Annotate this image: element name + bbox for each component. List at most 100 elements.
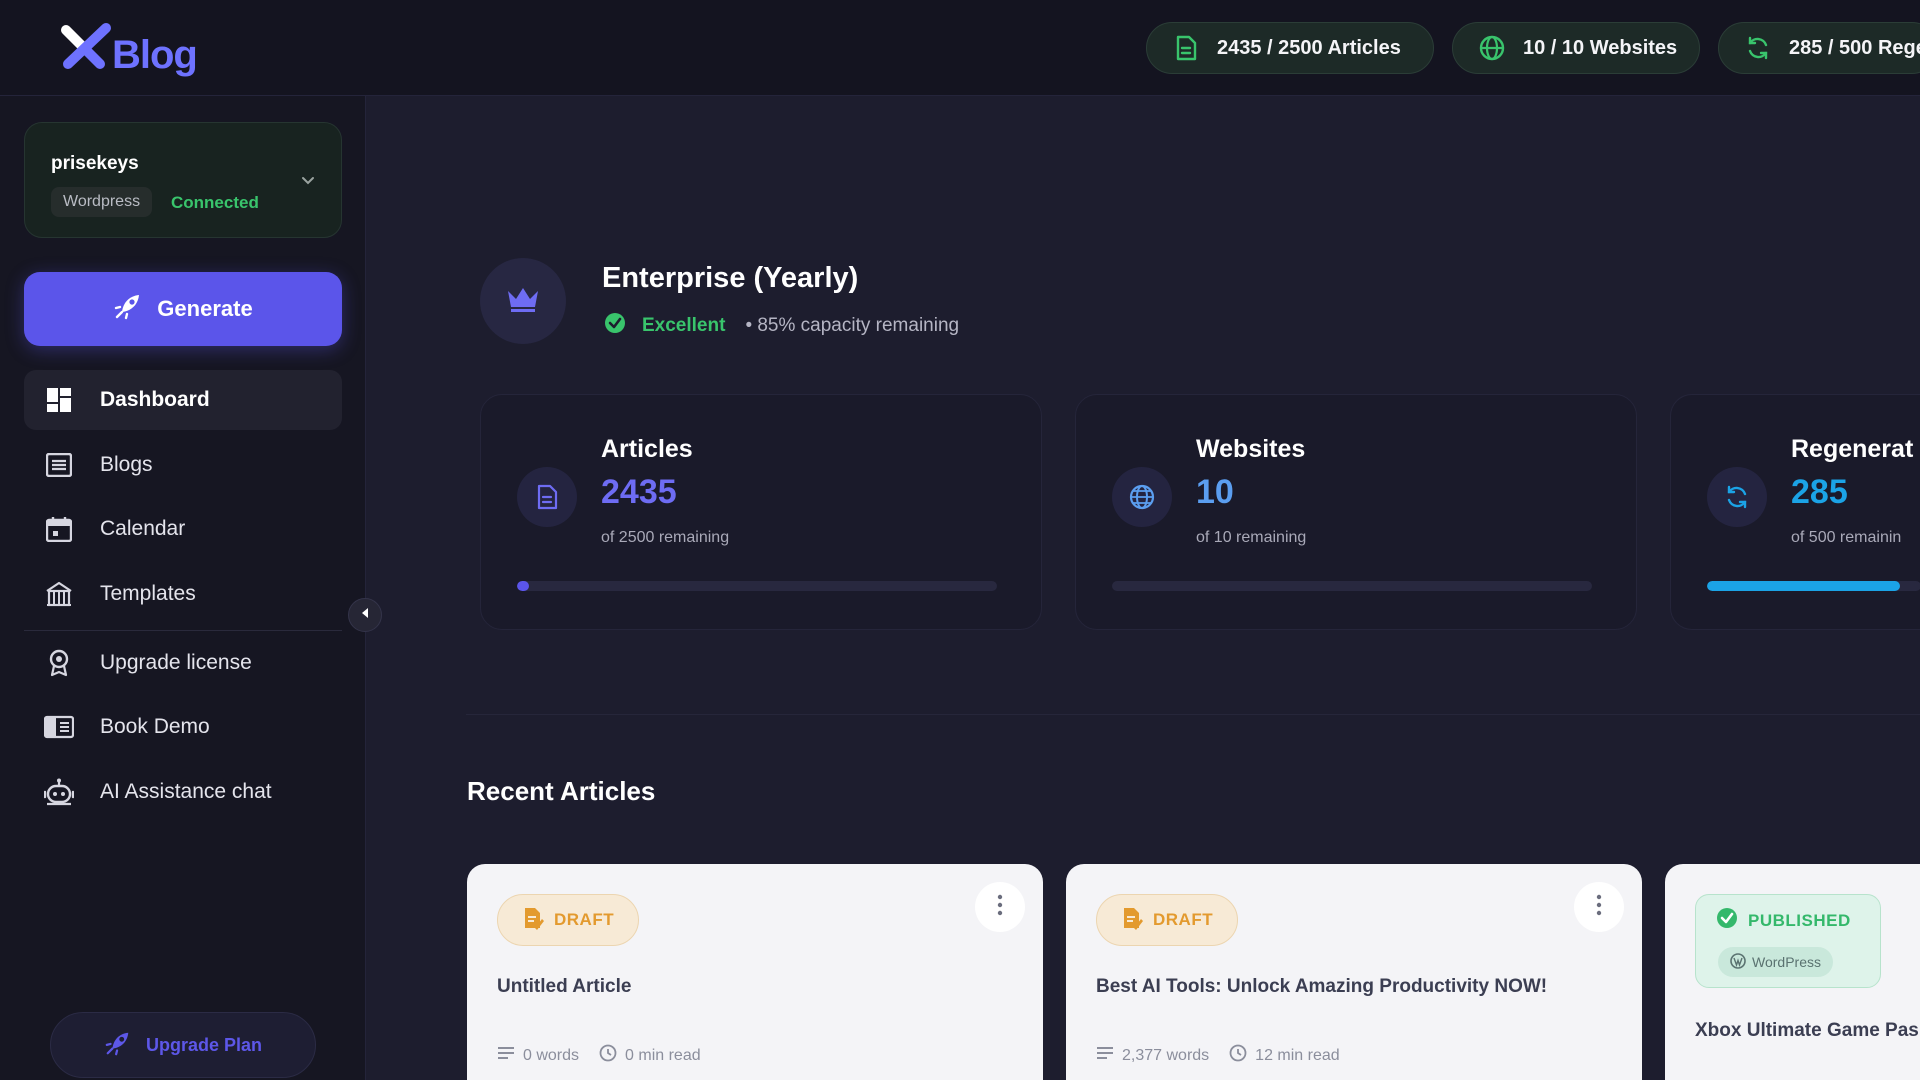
nav-item-dashboard[interactable]: Dashboard: [24, 370, 342, 430]
websites-quota-label: 10 / 10 Websites: [1523, 36, 1678, 59]
sidebar-collapse-button[interactable]: [348, 598, 382, 632]
status-badge-label: DRAFT: [1153, 910, 1214, 929]
articles-quota-label: 2435 / 2500 Articles: [1217, 36, 1401, 59]
stat-subtext: of 500 remainin: [1791, 529, 1902, 546]
kebab-menu-icon: [1596, 894, 1602, 921]
article-title[interactable]: Best AI Tools: Unlock Amazing Productivi…: [1096, 976, 1547, 998]
plan-capacity: • 85% capacity remaining: [745, 315, 960, 336]
upgrade-plan-button[interactable]: Upgrade Plan: [50, 1012, 316, 1078]
article-menu-button[interactable]: [975, 882, 1025, 932]
status-badge-label: PUBLISHED: [1748, 910, 1851, 930]
read-time: 12 min read: [1229, 1044, 1340, 1067]
nav-item-upgrade-license[interactable]: Upgrade license: [24, 633, 342, 693]
word-count: 0 words: [497, 1044, 579, 1067]
nav-label-templates: Templates: [100, 582, 196, 605]
article-card[interactable]: DRAFT Best AI Tools: Unlock Amazing Prod…: [1066, 864, 1642, 1080]
nav-item-blogs[interactable]: Blogs: [24, 435, 342, 495]
logo-text: Blog: [112, 32, 198, 77]
nav-item-ai-assistance-chat[interactable]: AI Assistance chat: [24, 762, 342, 822]
globe-icon: [1479, 35, 1505, 61]
progress-track: [1707, 581, 1920, 591]
stat-label: Websites: [1196, 435, 1306, 463]
published-row: PUBLISHED: [1716, 907, 1851, 934]
chevron-down-icon[interactable]: [301, 173, 315, 191]
nav-label-blogs: Blogs: [100, 453, 153, 476]
nav-divider: [24, 630, 342, 631]
generate-button[interactable]: Generate: [24, 272, 342, 346]
word-count: 2,377 words: [1096, 1044, 1209, 1067]
globe-icon: [1112, 467, 1172, 527]
stat-value: 285: [1791, 473, 1848, 511]
section-divider: [466, 714, 1920, 715]
rocket-icon: [113, 291, 143, 327]
generate-label: Generate: [157, 296, 253, 321]
nav-label-dashboard: Dashboard: [100, 388, 210, 411]
article-card[interactable]: DRAFT Untitled Article 0 words 0 min rea…: [467, 864, 1043, 1080]
refresh-icon: [1745, 35, 1771, 61]
nav-item-book-demo[interactable]: Book Demo: [24, 697, 342, 757]
article-menu-button[interactable]: [1574, 882, 1624, 932]
lines-icon: [1096, 1046, 1114, 1065]
draft-icon: [1121, 906, 1143, 935]
app-logo[interactable]: Blog: [60, 16, 198, 80]
nav-label-book-demo: Book Demo: [100, 715, 210, 738]
progress-track: [517, 581, 997, 591]
clock-icon: [1229, 1044, 1247, 1067]
stat-label: Articles: [601, 435, 693, 463]
word-count-label: 2,377 words: [1122, 1046, 1210, 1064]
plan-health: Excellent: [642, 315, 726, 336]
robot-icon: [44, 777, 74, 807]
recent-articles-title: Recent Articles: [467, 776, 656, 806]
stat-card-regenerations: Regenerat 285 of 500 remainin: [1670, 394, 1920, 630]
regenerations-quota-pill[interactable]: 285 / 500 Rege: [1718, 22, 1920, 74]
wordpress-icon: [1730, 952, 1746, 972]
word-count-label: 0 words: [523, 1046, 580, 1064]
websites-quota-pill[interactable]: 10 / 10 Websites: [1452, 22, 1700, 74]
clock-icon: [599, 1044, 617, 1067]
nav-item-templates[interactable]: Templates: [24, 564, 342, 624]
templates-icon: [44, 579, 74, 609]
site-selector[interactable]: prisekeys Wordpress Connected: [24, 122, 342, 238]
upgrade-plan-label: Upgrade Plan: [145, 1034, 263, 1055]
platform-chip: WordPress: [1718, 947, 1833, 977]
license-icon: [44, 648, 74, 678]
blogs-icon: [44, 450, 74, 480]
article-title[interactable]: Untitled Article: [497, 976, 631, 998]
site-name: prisekeys: [51, 153, 139, 174]
article-title[interactable]: Xbox Ultimate Game Pas Shocking Savings!: [1695, 1016, 1920, 1046]
plan-crown-badge: [480, 258, 566, 344]
chevron-left-icon: [360, 606, 370, 624]
stat-value: 2435: [601, 473, 677, 511]
draft-icon: [522, 906, 544, 935]
progress-track: [1112, 581, 1592, 591]
document-icon: [1173, 35, 1199, 61]
nav-label-calendar: Calendar: [100, 517, 186, 540]
calendar-icon: [44, 514, 74, 544]
stat-subtext: of 2500 remaining: [601, 529, 730, 546]
progress-fill: [517, 581, 529, 591]
status-badge-draft: DRAFT: [1096, 894, 1239, 946]
article-card[interactable]: PUBLISHED WordPress Xbox Ultimate Game P…: [1665, 864, 1920, 1080]
nav-label-upgrade-license: Upgrade license: [100, 651, 252, 674]
nav-item-calendar[interactable]: Calendar: [24, 499, 342, 559]
read-time: 0 min read: [599, 1044, 701, 1067]
stat-value: 10: [1196, 473, 1234, 511]
status-badge-published: PUBLISHED WordPress: [1695, 894, 1881, 988]
read-time-label: 12 min read: [1255, 1046, 1340, 1064]
kebab-menu-icon: [997, 894, 1003, 921]
article-meta: 0 words 0 min read: [497, 1044, 701, 1067]
status-badge-label: DRAFT: [554, 910, 615, 929]
site-connection-status: Connected: [171, 193, 259, 212]
plan-title: Enterprise (Yearly): [602, 262, 859, 294]
book-demo-icon: [44, 712, 74, 742]
platform-label: WordPress: [1752, 954, 1821, 970]
articles-quota-pill[interactable]: 2435 / 2500 Articles: [1146, 22, 1434, 74]
check-circle-icon: [1716, 907, 1738, 934]
document-icon: [517, 467, 577, 527]
dashboard-icon: [44, 385, 74, 415]
sidebar: prisekeys Wordpress Connected Generate D…: [0, 96, 366, 1080]
nav-label-ai-assistance-chat: AI Assistance chat: [100, 780, 272, 803]
stat-subtext: of 10 remaining: [1196, 529, 1307, 546]
progress-fill: [1707, 581, 1900, 591]
stat-card-articles: Articles 2435 of 2500 remaining: [480, 394, 1042, 630]
